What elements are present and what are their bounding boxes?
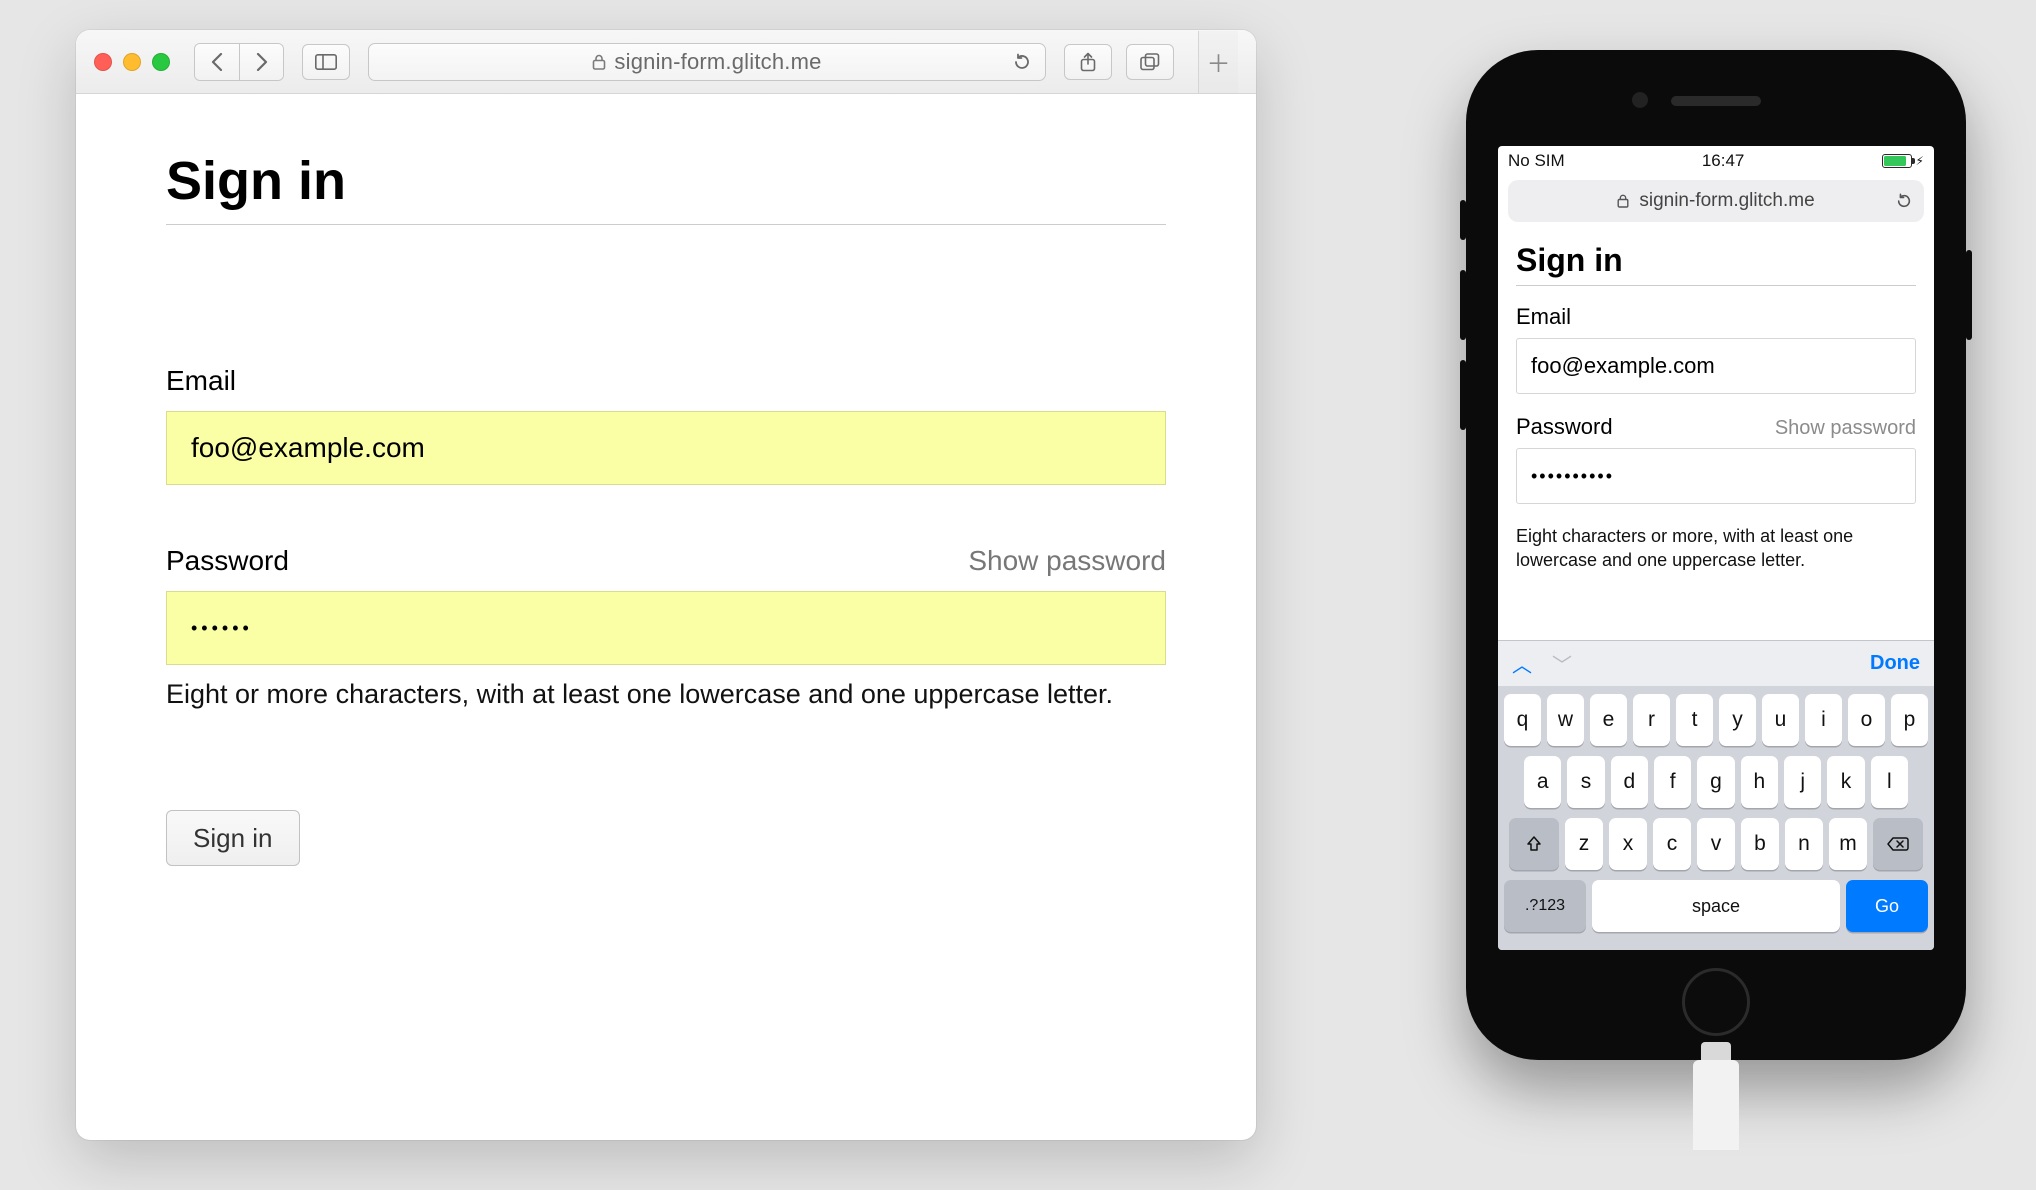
lock-icon: [592, 54, 606, 70]
key-o[interactable]: o: [1848, 694, 1885, 746]
key-x[interactable]: x: [1609, 818, 1647, 870]
key-m[interactable]: m: [1829, 818, 1867, 870]
key-backspace[interactable]: [1873, 818, 1923, 870]
show-password-toggle[interactable]: Show password: [968, 545, 1166, 577]
key-c[interactable]: c: [1653, 818, 1691, 870]
window-close-button[interactable]: [94, 53, 112, 71]
keyboard-accessory-bar: ︿ ﹀ Done: [1498, 640, 1934, 686]
mobile-address-bar[interactable]: signin-form.glitch.me: [1508, 180, 1924, 222]
keyboard: q w e r t y u i o p a s d f g h: [1498, 686, 1934, 950]
key-e[interactable]: e: [1590, 694, 1627, 746]
mobile-url-text: signin-form.glitch.me: [1639, 190, 1814, 212]
sidebar-button[interactable]: [302, 44, 350, 80]
volume-up-button[interactable]: [1460, 270, 1466, 340]
key-v[interactable]: v: [1697, 818, 1735, 870]
key-l[interactable]: l: [1871, 756, 1908, 808]
carrier-text: No SIM: [1508, 151, 1565, 171]
home-button[interactable]: [1682, 968, 1750, 1036]
mobile-password-hint: Eight characters or more, with at least …: [1516, 524, 1916, 573]
key-j[interactable]: j: [1784, 756, 1821, 808]
clock-text: 16:47: [1702, 151, 1745, 171]
key-d[interactable]: d: [1611, 756, 1648, 808]
safari-titlebar: signin-form.glitch.me ＋: [76, 30, 1256, 94]
new-tab-button[interactable]: ＋: [1198, 31, 1238, 93]
keyboard-container: ︿ ﹀ Done q w e r t y u i o p: [1498, 640, 1934, 950]
mobile-page-content: Sign in Email foo@example.com Password S…: [1498, 230, 1934, 640]
nav-buttons: [194, 43, 284, 81]
reload-button[interactable]: [1013, 53, 1031, 71]
key-a[interactable]: a: [1524, 756, 1561, 808]
key-k[interactable]: k: [1827, 756, 1864, 808]
key-q[interactable]: q: [1504, 694, 1541, 746]
mobile-email-label: Email: [1516, 304, 1916, 330]
kb-row-4: .?123 space Go: [1504, 880, 1928, 932]
key-b[interactable]: b: [1741, 818, 1779, 870]
battery-indicator: ⚡︎: [1882, 154, 1924, 168]
kb-prev-field-button[interactable]: ︿: [1512, 649, 1532, 678]
password-label: Password: [166, 545, 289, 577]
password-field-group: Password Show password •••••• Eight or m…: [166, 545, 1166, 710]
back-button[interactable]: [195, 44, 239, 80]
key-f[interactable]: f: [1654, 756, 1691, 808]
volume-down-button[interactable]: [1460, 360, 1466, 430]
page-content: Sign in Email foo@example.com Password S…: [76, 94, 1256, 922]
kb-done-button[interactable]: Done: [1870, 652, 1920, 675]
page-title: Sign in: [166, 150, 1166, 225]
password-hint: Eight or more characters, with at least …: [166, 679, 1166, 710]
signin-button[interactable]: Sign in: [166, 810, 300, 866]
key-g[interactable]: g: [1697, 756, 1734, 808]
window-minimize-button[interactable]: [123, 53, 141, 71]
mobile-show-password-toggle[interactable]: Show password: [1775, 417, 1916, 440]
kb-row-3: z x c v b n m: [1504, 818, 1928, 870]
key-z[interactable]: z: [1565, 818, 1603, 870]
mobile-reload-button[interactable]: [1896, 193, 1912, 209]
key-y[interactable]: y: [1719, 694, 1756, 746]
key-numbers[interactable]: .?123: [1504, 880, 1586, 932]
key-t[interactable]: t: [1676, 694, 1713, 746]
mobile-password-input[interactable]: ••••••••••: [1516, 448, 1916, 504]
window-zoom-button[interactable]: [152, 53, 170, 71]
key-s[interactable]: s: [1567, 756, 1604, 808]
key-w[interactable]: w: [1547, 694, 1584, 746]
email-input[interactable]: foo@example.com: [166, 411, 1166, 485]
share-button[interactable]: [1064, 44, 1112, 80]
key-shift[interactable]: [1509, 818, 1559, 870]
key-p[interactable]: p: [1891, 694, 1928, 746]
key-go[interactable]: Go: [1846, 880, 1928, 932]
iphone-screen: No SIM 16:47 ⚡︎ signin-form.glitch.me Si…: [1498, 146, 1934, 950]
mobile-password-label: Password: [1516, 414, 1613, 440]
key-space[interactable]: space: [1592, 880, 1840, 932]
charging-icon: ⚡︎: [1916, 154, 1924, 168]
address-bar[interactable]: signin-form.glitch.me: [368, 43, 1046, 81]
window-controls: [94, 53, 170, 71]
password-input[interactable]: ••••••: [166, 591, 1166, 665]
tabs-button[interactable]: [1126, 44, 1174, 80]
email-label: Email: [166, 365, 236, 397]
key-i[interactable]: i: [1805, 694, 1842, 746]
kb-row-2: a s d f g h j k l: [1504, 756, 1928, 808]
status-bar: No SIM 16:47 ⚡︎: [1498, 146, 1934, 176]
mobile-page-title: Sign in: [1516, 242, 1916, 286]
forward-button[interactable]: [239, 44, 283, 80]
lock-icon: [1617, 194, 1629, 208]
toolbar-right: [1064, 44, 1174, 80]
url-text: signin-form.glitch.me: [614, 49, 821, 75]
lightning-cable: [1693, 1060, 1739, 1150]
battery-icon: [1882, 154, 1912, 168]
mute-switch[interactable]: [1460, 200, 1466, 240]
key-u[interactable]: u: [1762, 694, 1799, 746]
key-h[interactable]: h: [1741, 756, 1778, 808]
key-n[interactable]: n: [1785, 818, 1823, 870]
key-r[interactable]: r: [1633, 694, 1670, 746]
iphone-device: No SIM 16:47 ⚡︎ signin-form.glitch.me Si…: [1466, 50, 1966, 1060]
kb-row-1: q w e r t y u i o p: [1504, 694, 1928, 746]
kb-next-field-button[interactable]: ﹀: [1552, 649, 1572, 678]
safari-window: signin-form.glitch.me ＋ Sign in Email fo…: [76, 30, 1256, 1140]
mobile-email-input[interactable]: foo@example.com: [1516, 338, 1916, 394]
power-button[interactable]: [1966, 250, 1972, 340]
email-field-group: Email foo@example.com: [166, 365, 1166, 485]
